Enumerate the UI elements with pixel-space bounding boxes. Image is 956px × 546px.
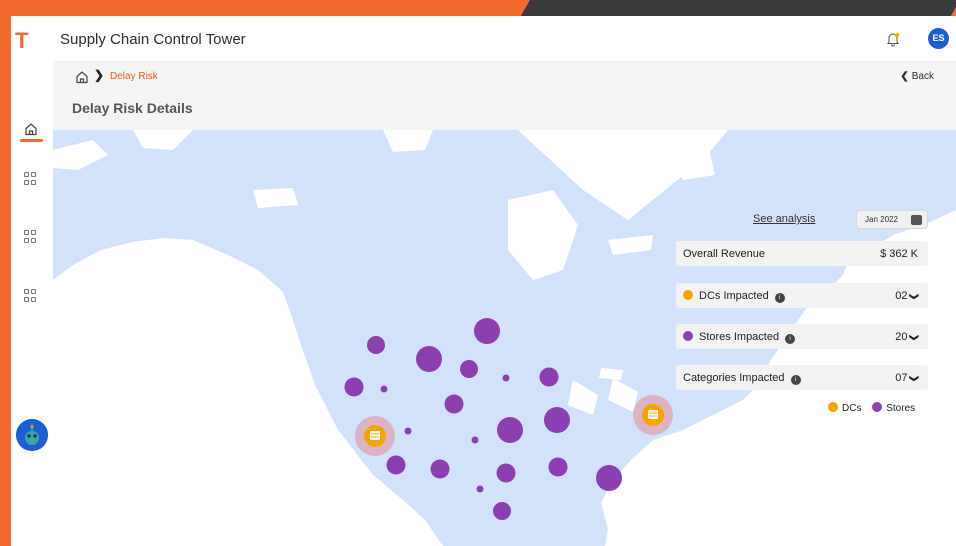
store-marker[interactable] — [544, 407, 570, 433]
date-filter[interactable]: Jan 2022 — [856, 210, 928, 229]
grid-icon[interactable] — [24, 230, 38, 244]
store-marker[interactable] — [367, 336, 385, 354]
legend-dcs: DCs — [842, 403, 862, 414]
chevron-down-icon[interactable]: ❯ — [909, 375, 920, 383]
store-marker[interactable] — [596, 465, 622, 491]
page-title: Delay Risk Details — [72, 100, 193, 116]
store-marker[interactable] — [430, 459, 450, 479]
home-icon[interactable] — [24, 122, 38, 136]
kpi-categories-impacted[interactable]: Categories Impacted i 07 ❯ — [676, 365, 928, 390]
chevron-down-icon[interactable]: ❯ — [909, 293, 920, 301]
breadcrumb-home-icon[interactable] — [75, 70, 89, 84]
kpi-label: Stores Impacted — [699, 331, 780, 343]
info-icon[interactable]: i — [790, 375, 801, 385]
header: Supply Chain Control Tower ES — [53, 16, 956, 62]
kpi-label: Overall Revenue — [683, 248, 765, 260]
store-marker[interactable] — [404, 427, 412, 435]
store-legend-icon — [872, 402, 883, 412]
store-marker[interactable] — [539, 367, 559, 387]
kpi-value: 20 — [895, 331, 908, 343]
store-marker[interactable] — [476, 485, 484, 493]
legend-stores: Stores — [886, 403, 916, 414]
chevron-left-icon: ❮ — [900, 71, 909, 82]
kpi-label: Categories Impacted — [683, 372, 785, 384]
back-label: Back — [911, 71, 934, 82]
user-avatar[interactable]: ES — [928, 28, 949, 49]
info-icon[interactable]: i — [785, 334, 796, 344]
kpi-stores-impacted[interactable]: Stores Impacted i 20 ❯ — [676, 324, 928, 349]
grid-icon[interactable] — [24, 172, 38, 186]
store-marker[interactable] — [344, 377, 364, 397]
kpi-value: $ 362 K — [880, 248, 918, 260]
side-accent-strip — [0, 16, 11, 546]
store-marker[interactable] — [460, 360, 478, 378]
app-title: Supply Chain Control Tower — [60, 31, 246, 48]
back-button[interactable]: ❮ Back — [900, 71, 934, 82]
store-marker[interactable] — [493, 502, 511, 520]
info-icon[interactable]: i — [774, 293, 785, 303]
store-marker[interactable] — [496, 463, 516, 483]
store-marker[interactable] — [444, 394, 464, 414]
dc-marker[interactable] — [633, 395, 673, 435]
dc-legend-dot-icon — [683, 290, 693, 300]
warehouse-icon — [370, 431, 380, 440]
grid-icon[interactable] — [24, 289, 38, 303]
store-marker[interactable] — [386, 455, 406, 475]
kpi-value: 07 — [895, 372, 908, 384]
chevron-down-icon[interactable]: ❯ — [909, 334, 920, 342]
assistant-bot-icon[interactable] — [16, 419, 48, 451]
store-legend-dot-icon — [683, 331, 693, 341]
page-subheader: ❯ Delay Risk ❮ Back Delay Risk Details — [53, 62, 956, 130]
store-marker[interactable] — [471, 436, 479, 444]
store-marker[interactable] — [416, 346, 442, 372]
breadcrumb-current: Delay Risk — [110, 71, 158, 82]
kpi-overall-revenue: Overall Revenue $ 362 K — [676, 241, 928, 266]
date-filter-value: Jan 2022 — [865, 215, 898, 224]
bell-icon[interactable] — [885, 31, 901, 47]
store-marker[interactable] — [548, 457, 568, 477]
chevron-right-icon: ❯ — [94, 68, 105, 82]
sidebar — [11, 16, 53, 546]
store-marker[interactable] — [380, 385, 388, 393]
top-accent-strip — [0, 0, 956, 16]
store-marker[interactable] — [474, 318, 500, 344]
dc-legend-icon — [828, 402, 838, 412]
active-nav-indicator — [20, 139, 43, 142]
app-logo[interactable]: T — [15, 28, 28, 54]
kpi-value: 02 — [895, 290, 908, 302]
see-analysis-link[interactable]: See analysis — [753, 213, 815, 225]
store-marker[interactable] — [502, 374, 510, 382]
dc-marker[interactable] — [355, 416, 395, 456]
warehouse-icon — [648, 410, 658, 419]
map-legend: DCs Stores — [828, 402, 923, 414]
kpi-dcs-impacted[interactable]: DCs Impacted i 02 ❯ — [676, 283, 928, 308]
calendar-icon — [911, 215, 922, 225]
kpi-label: DCs Impacted — [699, 290, 769, 302]
store-marker[interactable] — [497, 417, 523, 443]
